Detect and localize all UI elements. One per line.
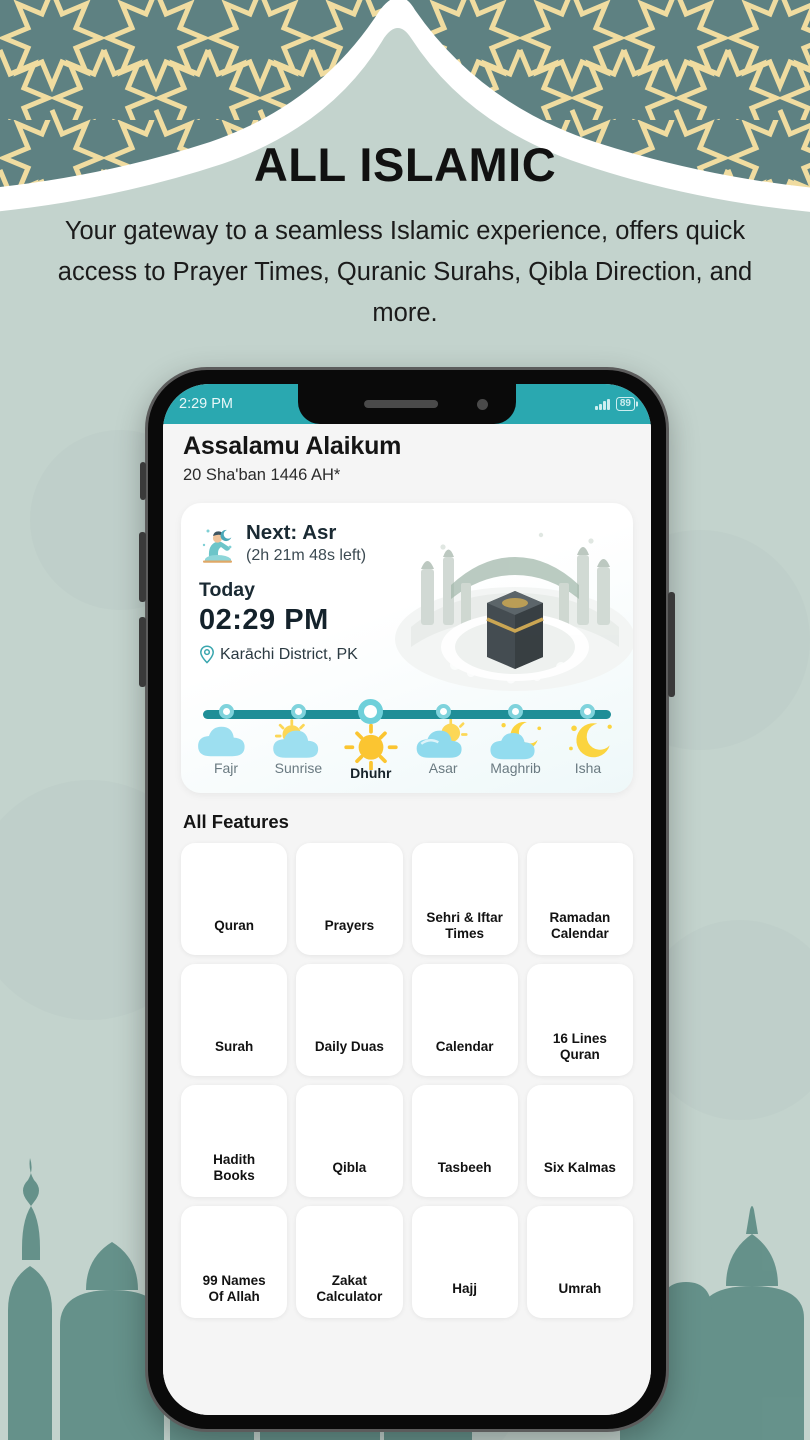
feature-tile-umrah[interactable]: Umrah [526,1206,633,1318]
sun-cloud-icon [267,718,329,759]
sun-behind-cloud-icon [412,718,474,759]
prayer-card-top: Next: Asr (2h 21m 48s left) Today 02:29 … [181,503,633,691]
feature-tile-prayers[interactable]: Prayers [296,843,403,955]
feature-tile-label: Quran [214,918,254,934]
volume-up-button[interactable] [139,532,146,602]
next-prayer-row: Next: Asr (2h 21m 48s left) [199,521,615,565]
timeline-dot [290,704,306,719]
feature-tile-hajj[interactable]: Hajj [411,1206,518,1318]
feature-tile-label: Prayers [324,918,375,934]
timeline-item-maghrib[interactable]: Maghrib [485,702,547,781]
battery-icon: 89 [615,397,635,411]
feature-tile-surah[interactable]: اقراSurah [181,964,288,1076]
feature-tile-ramadan-calendar[interactable]: Ramadan Calendar [526,843,633,955]
features-grid: Quran Prayers Sehri & Iftar Times Ramadan Cal… [163,843,651,1332]
timeline-label: Sunrise [274,760,323,776]
phone-screen: 2:29 PM 89 Assalamu Alaikum 20 Sha'ban 1… [163,384,651,1415]
timeline-dot [218,704,234,719]
signal-bars-icon [595,398,610,410]
next-prayer-label: Next: Asr [246,521,337,544]
moon-cloud-icon [485,721,547,760]
feature-tile-daily-duas[interactable]: Daily Duas [296,964,403,1076]
location-text: Karāchi District, PK [220,645,358,663]
features-heading: All Features [183,811,289,832]
today-label: Today [199,579,255,601]
feature-tile-label: Hajj [452,1281,477,1297]
prayer-summary-card[interactable]: Next: Asr (2h 21m 48s left) Today 02:29 … [181,503,633,793]
crescent-moon-icon [557,722,619,759]
feature-tile-sehri-iftar-times[interactable]: Sehri & Iftar Times [411,843,518,955]
timeline-label: Maghrib [490,760,541,776]
feature-tile-label: Daily Duas [314,1039,384,1055]
feature-tile-label: Sehri & Iftar Times [426,910,503,941]
praying-person-icon [202,529,232,563]
volume-down-button[interactable] [139,617,146,687]
status-indicators: 89 [595,397,635,411]
feature-tile-label: 16 Lines Quran [552,1031,607,1062]
feature-tile-label: Tasbeeh [437,1160,492,1176]
feature-tile-label: Surah [214,1039,254,1055]
phone-mockup: 2:29 PM 89 Assalamu Alaikum 20 Sha'ban 1… [139,367,675,1432]
feature-tile-label: Umrah [558,1281,602,1297]
feature-tile-qibla[interactable]: Qibla [296,1085,403,1197]
cloud-icon [195,725,257,759]
feature-tile-16-lines-quran[interactable]: 16 Lines Quran [526,964,633,1076]
silent-switch-button[interactable] [140,462,146,500]
sun-icon [340,723,402,771]
feature-tile-zakat-calculator[interactable]: $ZakatCalculator [296,1206,403,1318]
hijri-date: 20 Sha'ban 1446 AH* [183,466,341,484]
feature-tile-label: Hadith Books [213,1152,256,1183]
timeline-dot [358,699,384,724]
earpiece-speaker-icon [364,400,439,408]
greeting-title: Assalamu Alaikum [183,432,402,460]
feature-tile-99-names-of-allah[interactable]: الله99 NamesOf Allah [181,1206,288,1318]
timeline-dot [580,704,596,719]
prayer-timeline: Fajr Sunrise Dhuhr Asar Maghrib Isha [181,688,633,793]
current-time-value: 02:29 PM [199,604,329,636]
status-time: 2:29 PM [179,396,233,412]
feature-tile-calendar[interactable]: Calendar [411,964,518,1076]
front-camera-icon [477,399,488,410]
timeline-dot [435,704,451,719]
promo-header: ALL ISLAMIC Your gateway to a seamless I… [0,140,810,334]
next-prayer-countdown: (2h 21m 48s left) [246,546,367,564]
timeline-item-sunrise[interactable]: Sunrise [267,702,329,781]
promo-subtitle: Your gateway to a seamless Islamic exper… [57,217,753,327]
location-pin-icon [200,645,214,664]
feature-tile-label: Qibla [332,1160,367,1176]
feature-tile-quran[interactable]: Quran [181,843,288,955]
feature-tile-label: Calendar [435,1039,494,1055]
timeline-item-asar[interactable]: Asar [412,702,474,781]
feature-tile-six-kalmas[interactable]: كلمهSix Kalmas [526,1085,633,1197]
app-content: Assalamu Alaikum 20 Sha'ban 1446 AH* Nex… [163,424,651,1415]
timeline-items: Fajr Sunrise Dhuhr Asar Maghrib Isha [195,699,619,781]
feature-tile-label: Ramadan Calendar [549,910,611,941]
promo-headline: ALL ISLAMIC [253,138,557,191]
feature-tile-label: 99 Names Of Allah [202,1273,266,1304]
location-row[interactable]: Karāchi District, PK [199,645,615,664]
timeline-dot [508,704,524,719]
feature-tile-label: Zakat Calculator [316,1273,383,1304]
timeline-item-fajr[interactable]: Fajr [195,702,257,781]
feature-tile-label: Six Kalmas [543,1160,616,1176]
feature-tile-hadith-books[interactable]: Hadith Books [181,1085,288,1197]
timeline-item-dhuhr[interactable]: Dhuhr [340,699,402,781]
phone-notch [298,384,516,424]
greeting-section: Assalamu Alaikum 20 Sha'ban 1446 AH* [163,424,651,495]
feature-tile-tasbeeh[interactable]: Tasbeeh [411,1085,518,1197]
power-button[interactable] [668,592,675,697]
timeline-item-isha[interactable]: Isha [557,702,619,781]
